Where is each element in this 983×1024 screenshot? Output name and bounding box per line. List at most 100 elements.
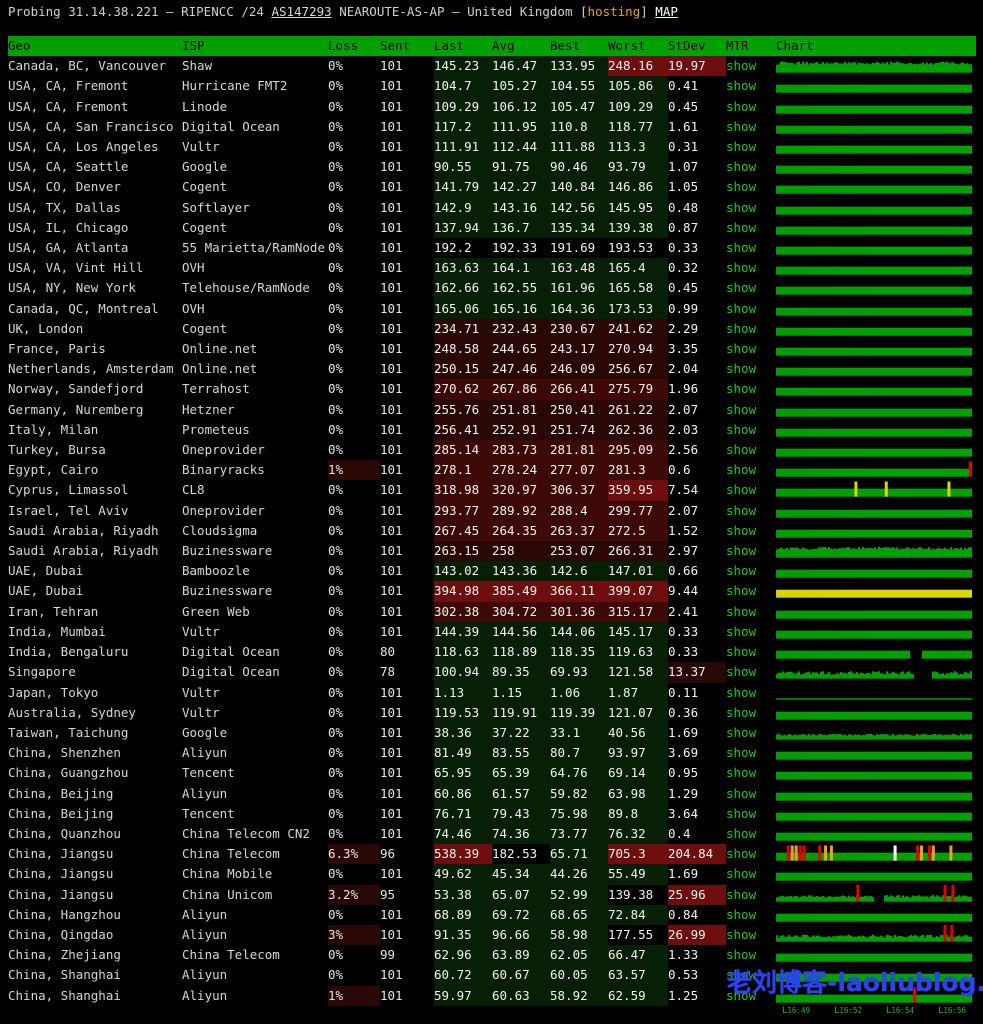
mtr-show-link[interactable]: show: [726, 765, 756, 780]
cell-chart[interactable]: [776, 925, 976, 945]
cell-chart[interactable]: [776, 480, 976, 500]
mtr-show-link[interactable]: show: [726, 220, 756, 235]
cell-chart[interactable]: [776, 844, 976, 864]
mtr-show-link[interactable]: show: [726, 381, 756, 396]
asn-link[interactable]: AS147293: [271, 4, 331, 19]
cell-chart[interactable]: [776, 97, 976, 117]
mtr-show-link[interactable]: show: [726, 664, 756, 679]
cell-chart[interactable]: [776, 743, 976, 763]
cell-chart[interactable]: [776, 238, 976, 258]
cell-chart[interactable]: [776, 198, 976, 218]
mtr-show-link[interactable]: show: [726, 705, 756, 720]
mtr-show-link[interactable]: show: [726, 321, 756, 336]
mtr-show-link[interactable]: show: [726, 563, 756, 578]
cell-chart[interactable]: [776, 521, 976, 541]
mtr-show-link[interactable]: show: [726, 523, 756, 538]
mtr-show-link[interactable]: show: [726, 624, 756, 639]
cell-chart[interactable]: [776, 137, 976, 157]
cell-chart[interactable]: [776, 157, 976, 177]
mtr-show-link[interactable]: show: [726, 119, 756, 134]
column-header-best[interactable]: Best: [550, 36, 608, 56]
mtr-show-link[interactable]: show: [726, 442, 756, 457]
cell-chart[interactable]: [776, 299, 976, 319]
mtr-show-link[interactable]: show: [726, 927, 756, 942]
cell-chart[interactable]: [776, 177, 976, 197]
cell-chart[interactable]: [776, 703, 976, 723]
column-header-mtr[interactable]: MTR: [726, 36, 776, 56]
column-header-chart[interactable]: Chart: [776, 36, 976, 56]
cell-chart[interactable]: [776, 420, 976, 440]
mtr-show-link[interactable]: show: [726, 422, 756, 437]
mtr-show-link[interactable]: show: [726, 139, 756, 154]
mtr-show-link[interactable]: show: [726, 725, 756, 740]
cell-chart[interactable]: [776, 501, 976, 521]
cell-chart[interactable]: [776, 339, 976, 359]
cell-chart[interactable]: [776, 76, 976, 96]
cell-chart[interactable]: [776, 460, 976, 480]
mtr-show-link[interactable]: show: [726, 260, 756, 275]
cell-chart[interactable]: [776, 117, 976, 137]
cell-chart[interactable]: [776, 723, 976, 743]
mtr-show-link[interactable]: show: [726, 301, 756, 316]
mtr-show-link[interactable]: show: [726, 887, 756, 902]
cell-chart[interactable]: [776, 379, 976, 399]
mtr-show-link[interactable]: show: [726, 907, 756, 922]
cell-chart[interactable]: [776, 440, 976, 460]
cell-chart[interactable]: [776, 622, 976, 642]
mtr-show-link[interactable]: show: [726, 402, 756, 417]
mtr-show-link[interactable]: show: [726, 58, 756, 73]
cell-chart[interactable]: [776, 864, 976, 884]
mtr-show-link[interactable]: show: [726, 947, 756, 962]
column-header-stdev[interactable]: StDev: [668, 36, 726, 56]
mtr-show-link[interactable]: show: [726, 482, 756, 497]
mtr-show-link[interactable]: show: [726, 99, 756, 114]
cell-chart[interactable]: [776, 905, 976, 925]
mtr-show-link[interactable]: show: [726, 280, 756, 295]
column-header-sent[interactable]: Sent: [380, 36, 434, 56]
cell-chart[interactable]: [776, 642, 976, 662]
column-header-worst[interactable]: Worst: [608, 36, 668, 56]
mtr-show-link[interactable]: show: [726, 159, 756, 174]
mtr-show-link[interactable]: show: [726, 78, 756, 93]
cell-chart[interactable]: [776, 319, 976, 339]
mtr-show-link[interactable]: show: [726, 826, 756, 841]
mtr-show-link[interactable]: show: [726, 644, 756, 659]
mtr-show-link[interactable]: show: [726, 806, 756, 821]
cell-chart[interactable]: [776, 662, 976, 682]
mtr-show-link[interactable]: show: [726, 200, 756, 215]
cell-chart[interactable]: [776, 683, 976, 703]
mtr-show-link[interactable]: show: [726, 604, 756, 619]
mtr-show-link[interactable]: show: [726, 341, 756, 356]
map-link[interactable]: MAP: [655, 4, 678, 19]
cell-chart[interactable]: [776, 359, 976, 379]
mtr-show-link[interactable]: show: [726, 846, 756, 861]
cell-chart[interactable]: [776, 56, 976, 76]
cell-chart[interactable]: [776, 581, 976, 601]
cell-chart[interactable]: [776, 804, 976, 824]
mtr-show-link[interactable]: show: [726, 786, 756, 801]
mtr-show-link[interactable]: show: [726, 179, 756, 194]
column-header-avg[interactable]: Avg: [492, 36, 550, 56]
cell-chart[interactable]: [776, 602, 976, 622]
cell-chart[interactable]: [776, 763, 976, 783]
column-header-isp[interactable]: ISP: [182, 36, 328, 56]
column-header-geo[interactable]: Geo: [8, 36, 182, 56]
cell-chart[interactable]: [776, 561, 976, 581]
mtr-show-link[interactable]: show: [726, 240, 756, 255]
mtr-show-link[interactable]: show: [726, 543, 756, 558]
cell-chart[interactable]: [776, 278, 976, 298]
cell-chart[interactable]: [776, 258, 976, 278]
cell-chart[interactable]: [776, 400, 976, 420]
cell-chart[interactable]: [776, 218, 976, 238]
mtr-show-link[interactable]: show: [726, 361, 756, 376]
mtr-show-link[interactable]: show: [726, 685, 756, 700]
cell-chart[interactable]: [776, 885, 976, 905]
column-header-loss[interactable]: Loss: [328, 36, 380, 56]
cell-chart[interactable]: [776, 541, 976, 561]
mtr-show-link[interactable]: show: [726, 583, 756, 598]
column-header-last[interactable]: Last: [434, 36, 492, 56]
cell-chart[interactable]: [776, 784, 976, 804]
mtr-show-link[interactable]: show: [726, 866, 756, 881]
mtr-show-link[interactable]: show: [726, 462, 756, 477]
cell-chart[interactable]: [776, 824, 976, 844]
